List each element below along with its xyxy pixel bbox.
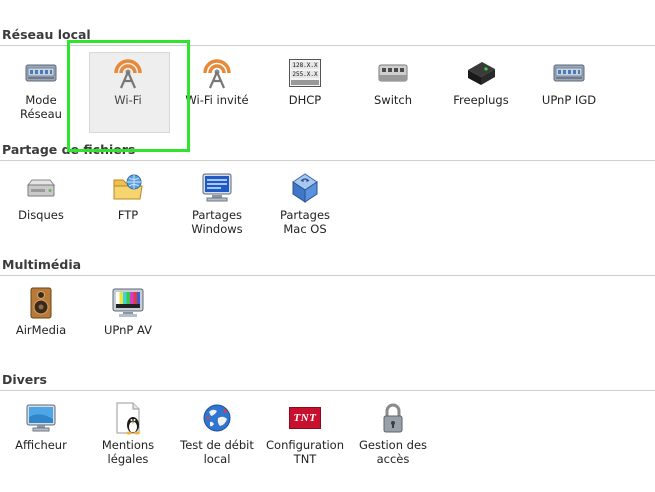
dhcp-base [291,80,319,85]
item-ftp[interactable]: FTP [88,171,168,222]
item-label: Switch [373,93,413,107]
item-label: Partages Windows [191,208,243,236]
item-label: Disques [18,208,64,222]
item-label: Gestion des accès [358,438,428,466]
item-label: Partages Mac OS [279,208,331,236]
freeplug-icon [441,56,521,90]
tux-icon [88,401,168,435]
section-title: Multimédia [2,257,82,272]
item-partages-windows[interactable]: Partages Windows [177,171,257,236]
mac-share-icon [265,171,345,205]
section-title: Divers [2,372,47,387]
dhcp-line-1: 128.X.X [291,62,319,69]
item-label: DHCP [288,93,322,107]
display-icon [1,401,81,435]
globe-icon [177,401,257,435]
section-divider [0,390,655,391]
speaker-icon [1,286,81,320]
item-switch[interactable]: Switch [353,56,433,107]
item-dhcp[interactable]: 128.X.X 255.X.X DHCP [265,56,345,107]
item-upnp-igd[interactable]: UPnP IGD [529,56,609,107]
item-gestion-acces[interactable]: Gestion des accès [353,401,433,466]
item-label: UPnP IGD [541,93,597,107]
dhcp-line-2: 255.X.X [291,71,319,78]
item-label: UPnP AV [103,323,153,337]
tnt-logo: TNT [289,407,321,429]
tnt-icon: TNT [265,401,345,435]
windows-share-icon [177,171,257,205]
highlight-annotation-box [67,40,190,152]
dhcp-icon: 128.X.X 255.X.X [265,56,345,90]
network-card-icon [529,56,609,90]
item-disques[interactable]: Disques [1,171,81,222]
tnt-logo-text: TNT [293,412,317,424]
switch-icon [353,56,433,90]
item-label: Afficheur [15,438,67,452]
item-test-debit[interactable]: Test de débit local [177,401,257,466]
item-upnp-av[interactable]: UPnP AV [88,286,168,337]
item-freeplugs[interactable]: Freeplugs [441,56,521,107]
ftp-folder-icon [88,171,168,205]
section-divider [0,160,655,161]
item-afficheur[interactable]: Afficheur [1,401,81,452]
item-label: Configuration TNT [266,438,344,466]
item-label: Freeplugs [453,93,509,107]
hard-disk-icon [1,171,81,205]
item-airmedia[interactable]: AirMedia [1,286,81,337]
item-partages-macos[interactable]: Partages Mac OS [265,171,345,236]
item-config-tnt[interactable]: TNT Configuration TNT [265,401,345,466]
tv-test-pattern-icon [88,286,168,320]
item-label: AirMedia [15,323,67,337]
item-label: FTP [117,208,139,222]
padlock-icon [353,401,433,435]
item-label: Test de débit local [180,438,254,466]
item-label: Mentions légales [101,438,155,466]
item-mentions-legales[interactable]: Mentions légales [88,401,168,466]
section-divider [0,275,655,276]
